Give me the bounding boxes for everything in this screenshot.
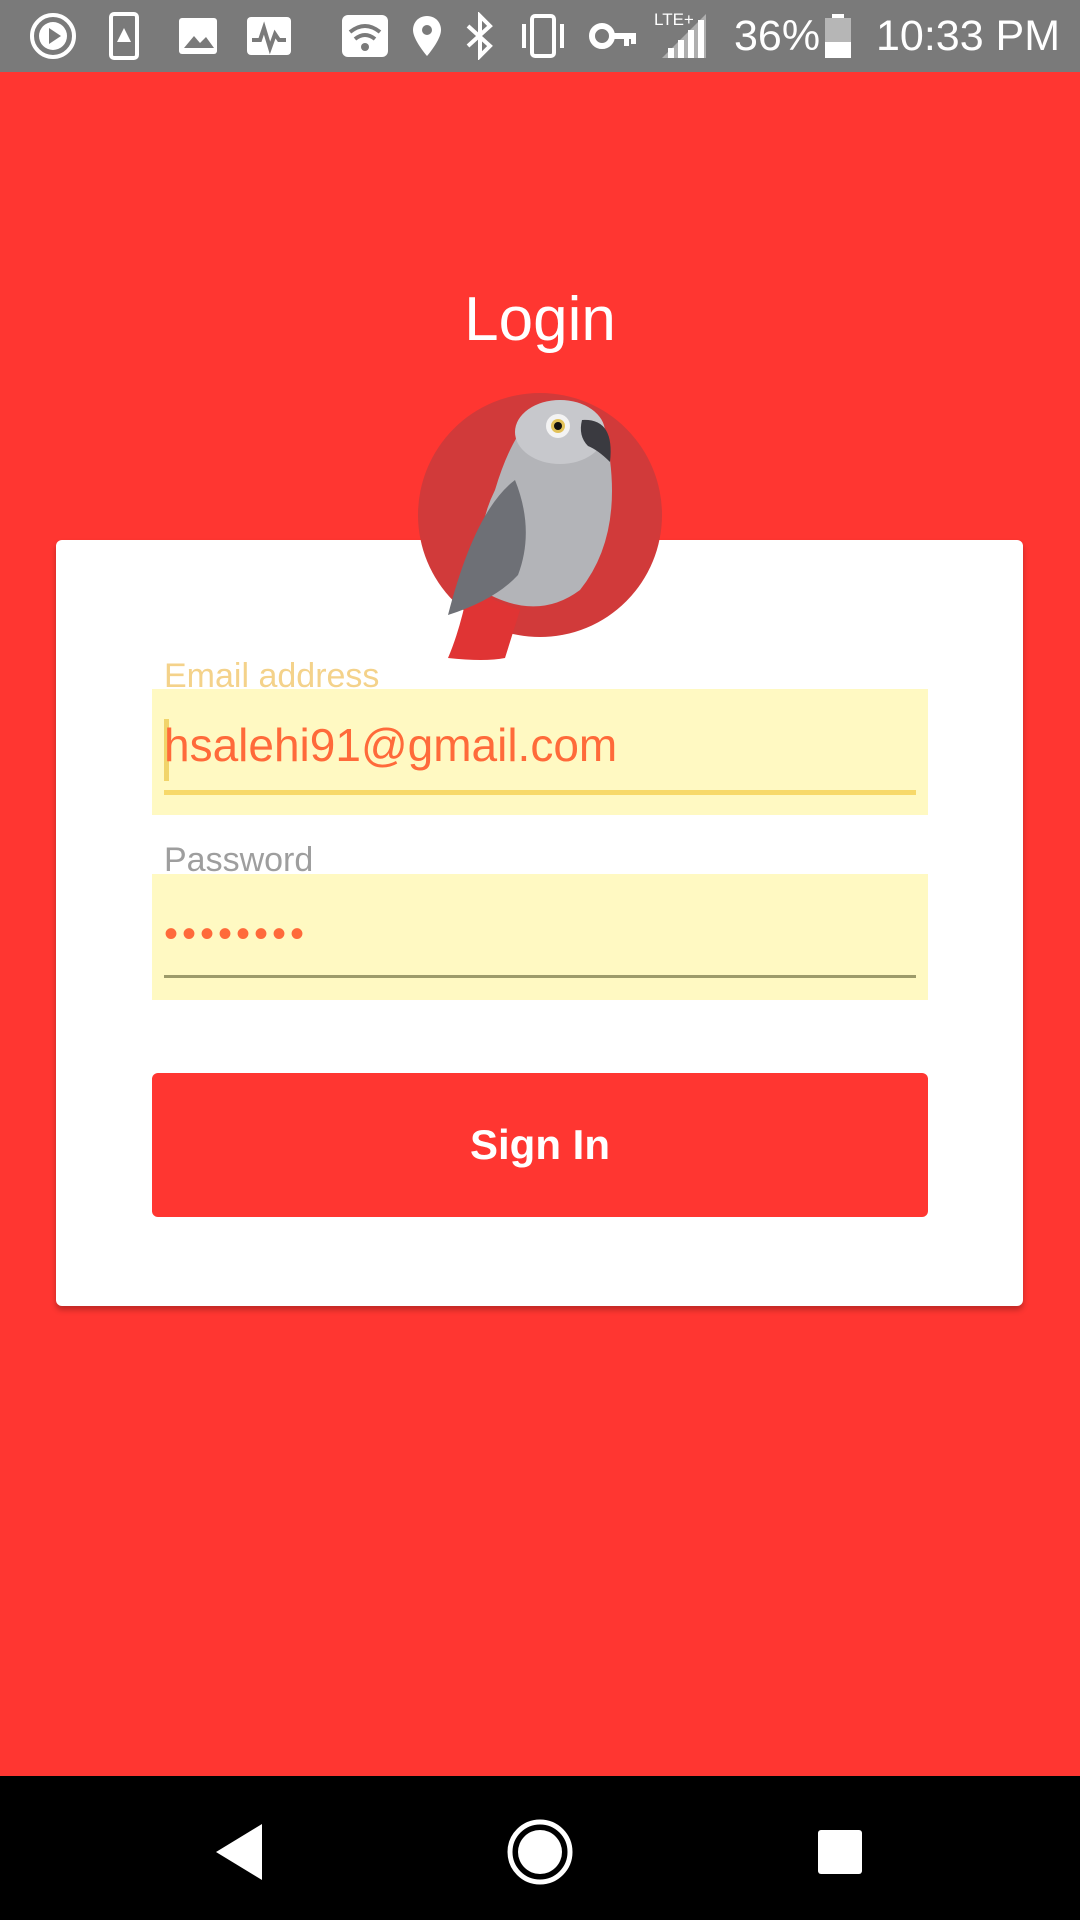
bluetooth-icon: [466, 12, 493, 60]
sim-alert-icon: [109, 12, 139, 60]
wifi-icon: [342, 15, 388, 57]
email-underline: [164, 790, 916, 795]
login-screen: LTE+ 36% 10:33 PM Login Email address hs…: [0, 0, 1080, 1920]
page-title: Login: [464, 285, 616, 354]
email-field[interactable]: hsalehi91@gmail.com: [152, 689, 928, 815]
recents-icon[interactable]: [800, 1812, 880, 1892]
back-icon[interactable]: [200, 1812, 280, 1892]
clock: 10:33 PM: [876, 12, 1061, 60]
password-underline: [164, 975, 916, 978]
signal-icon: [662, 14, 706, 58]
location-icon: [413, 16, 441, 56]
navigation-bar: [0, 1776, 1080, 1920]
battery-percent: 36%: [734, 12, 821, 60]
status-bar: LTE+ 36% 10:33 PM: [0, 0, 1080, 72]
play-icon: [30, 13, 76, 59]
password-field[interactable]: ••••••••: [152, 874, 928, 1000]
activity-icon: [247, 17, 291, 55]
image-icon: [179, 18, 217, 54]
key-icon: [589, 23, 636, 49]
password-input-value[interactable]: ••••••••: [164, 904, 914, 964]
parrot-logo-icon: [418, 393, 662, 660]
email-input-value[interactable]: hsalehi91@gmail.com: [164, 715, 914, 775]
battery-icon: [825, 14, 851, 58]
vibrate-icon: [522, 14, 564, 58]
sign-in-button[interactable]: Sign In: [152, 1073, 928, 1217]
home-icon[interactable]: [500, 1812, 580, 1892]
